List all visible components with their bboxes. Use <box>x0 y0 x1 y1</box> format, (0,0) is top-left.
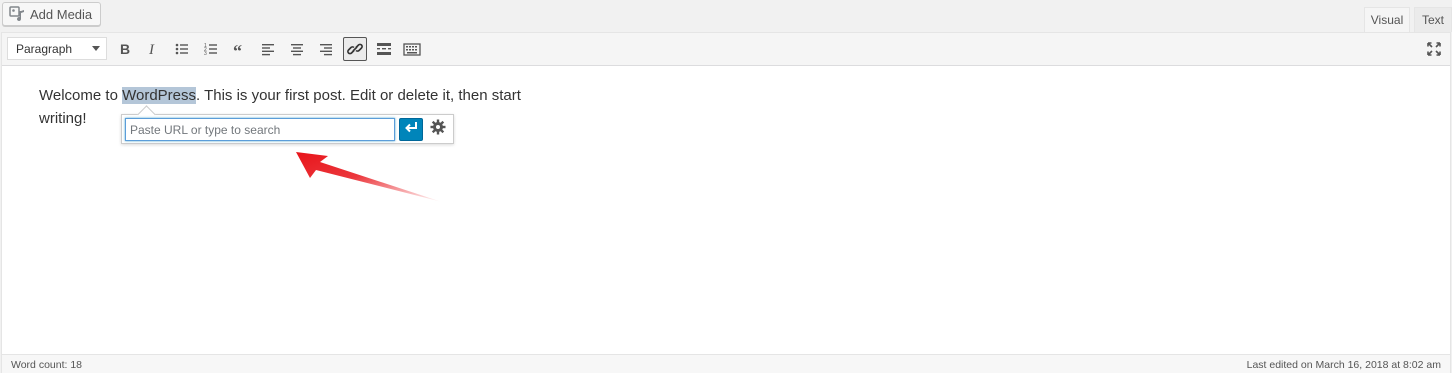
quote-icon: “ <box>232 41 248 57</box>
editor-toolbar: Paragraph B I 1 2 3 “ <box>2 33 1450 66</box>
align-left-icon <box>260 41 276 57</box>
annotation-arrow <box>292 148 452 213</box>
read-more-icon <box>376 41 392 57</box>
bulleted-list-icon <box>174 41 190 57</box>
gear-icon <box>430 119 446 140</box>
content-text: Welcome to <box>39 87 123 104</box>
editor-frame: Paragraph B I 1 2 3 “ Welcome to WordPre… <box>1 32 1451 373</box>
media-icon <box>9 6 25 22</box>
return-arrow-icon <box>403 120 419 139</box>
selected-text: WordPress <box>122 87 197 104</box>
add-media-button[interactable]: Add Media <box>2 2 102 26</box>
bold-button[interactable]: B <box>113 37 137 61</box>
svg-text:3: 3 <box>204 51 207 57</box>
tab-visual[interactable]: Visual <box>1364 7 1410 32</box>
fullscreen-icon <box>1426 41 1442 57</box>
toolbar-toggle-button[interactable] <box>400 37 424 61</box>
word-count: Word count: 18 <box>11 359 83 371</box>
chevron-down-icon <box>92 46 100 51</box>
fullscreen-button[interactable] <box>1422 37 1446 61</box>
bold-icon: B <box>117 41 133 57</box>
read-more-button[interactable] <box>372 37 396 61</box>
inline-link-popup <box>121 105 454 144</box>
last-edited: Last edited on March 16, 2018 at 8:02 am <box>1246 359 1441 371</box>
link-url-input[interactable] <box>125 118 395 141</box>
align-left-button[interactable] <box>256 37 280 61</box>
link-icon <box>347 41 363 57</box>
svg-text:I: I <box>148 42 155 57</box>
format-select-value: Paragraph <box>16 41 73 56</box>
link-options-button[interactable] <box>426 118 450 141</box>
add-media-label: Add Media <box>30 6 93 22</box>
insert-link-button[interactable] <box>343 37 367 61</box>
numbered-list-icon: 1 2 3 <box>203 41 219 57</box>
tab-text[interactable]: Text <box>1414 7 1452 32</box>
content-text-line-2: writing! <box>39 110 87 127</box>
editor-header: Add Media Visual Text <box>0 0 1452 32</box>
svg-text:B: B <box>120 41 130 57</box>
apply-link-button[interactable] <box>399 118 423 141</box>
align-center-icon <box>289 41 305 57</box>
align-right-icon <box>318 41 334 57</box>
numbered-list-button[interactable]: 1 2 3 <box>199 37 223 61</box>
status-bar: Word count: 18 Last edited on March 16, … <box>2 354 1450 373</box>
blockquote-button[interactable]: “ <box>228 37 252 61</box>
italic-icon: I <box>145 41 161 57</box>
align-right-button[interactable] <box>314 37 338 61</box>
italic-button[interactable]: I <box>141 37 165 61</box>
keyboard-icon <box>403 41 421 57</box>
content-text-continued: . This is your first post. Edit or delet… <box>196 87 521 104</box>
format-select[interactable]: Paragraph <box>7 37 107 60</box>
svg-text:“: “ <box>233 41 242 57</box>
align-center-button[interactable] <box>285 37 309 61</box>
bulleted-list-button[interactable] <box>170 37 194 61</box>
